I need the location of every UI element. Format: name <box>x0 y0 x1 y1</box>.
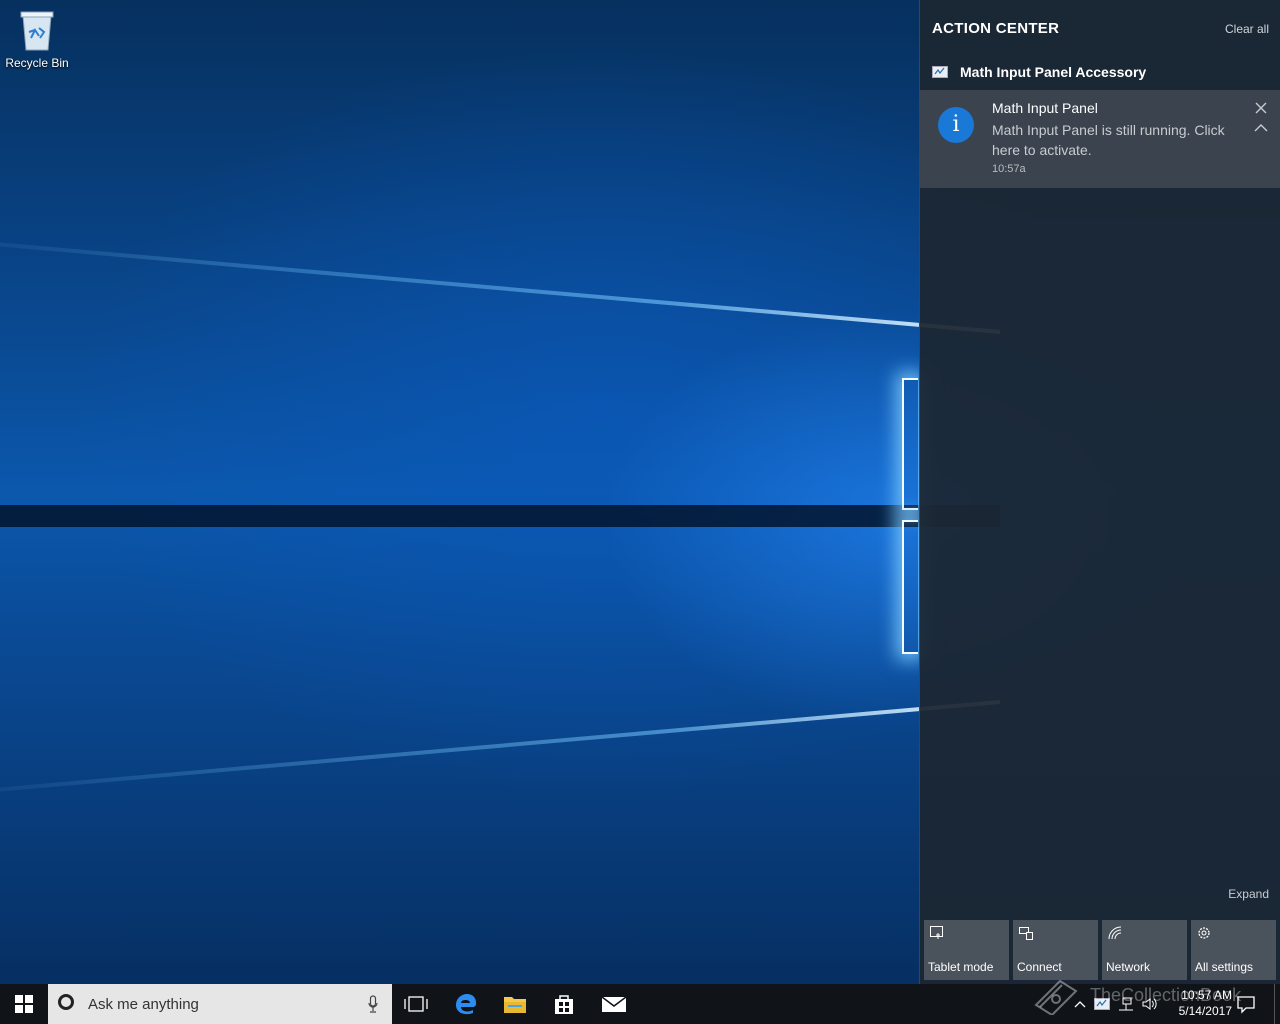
quick-action-label: Network <box>1106 960 1151 974</box>
network-icon <box>1108 926 1122 940</box>
file-explorer-button[interactable] <box>491 984 539 1024</box>
quick-actions-row: Tablet mode Connect Network All settings <box>924 920 1276 980</box>
expand-quick-actions-link[interactable]: Expand <box>1228 887 1269 901</box>
windows-logo-pane-bottom <box>902 520 918 654</box>
notification-body: Math Input Panel is still running. Click… <box>992 122 1225 158</box>
file-explorer-icon <box>504 997 526 1013</box>
cortana-icon <box>58 994 74 1010</box>
search-input[interactable]: Ask me anything <box>48 984 392 1024</box>
search-placeholder: Ask me anything <box>88 996 199 1013</box>
action-center-title: ACTION CENTER <box>932 20 1060 37</box>
action-center-panel: ACTION CENTER Clear all Math Input Panel… <box>919 0 1280 984</box>
connect-icon <box>1019 927 1033 940</box>
task-view-button[interactable] <box>392 984 440 1024</box>
notification-app-header[interactable]: Math Input Panel Accessory <box>932 64 1146 80</box>
windows-logo-pane-top <box>902 378 918 510</box>
store-button[interactable] <box>540 984 588 1024</box>
notification-title: Math Input Panel <box>992 100 1098 116</box>
notification-card[interactable]: i Math Input Panel Math Input Panel is s… <box>920 90 1280 188</box>
store-icon <box>555 995 573 1014</box>
mail-icon <box>601 996 627 1012</box>
show-desktop-button[interactable] <box>1274 984 1280 1024</box>
chevron-up-icon[interactable] <box>1253 122 1269 134</box>
tablet-mode-icon <box>930 926 943 939</box>
quick-action-network[interactable]: Network <box>1102 920 1187 980</box>
task-view-icon <box>404 996 428 1012</box>
quick-action-connect[interactable]: Connect <box>1013 920 1098 980</box>
close-icon[interactable] <box>1253 100 1269 116</box>
mail-button[interactable] <box>590 984 638 1024</box>
edge-button[interactable] <box>442 984 490 1024</box>
wallpaper-light-ray-top <box>0 234 1001 334</box>
notification-time: 10:57a <box>992 163 1026 175</box>
info-icon: i <box>938 107 974 143</box>
clear-all-button[interactable]: Clear all <box>1225 22 1269 36</box>
quick-action-tablet-mode[interactable]: Tablet mode <box>924 920 1009 980</box>
math-input-panel-icon <box>932 66 948 78</box>
quick-action-label: Tablet mode <box>928 960 994 974</box>
microphone-icon[interactable] <box>368 995 378 1013</box>
recycle-bin-shortcut[interactable]: Recycle Bin <box>2 8 72 70</box>
quick-action-label: Connect <box>1017 960 1062 974</box>
watermark: TheCollectionBook <box>1032 975 1241 1015</box>
book-logo-icon <box>1034 979 1078 1015</box>
quick-action-label: All settings <box>1195 960 1254 974</box>
recycle-bin-icon <box>20 11 54 51</box>
watermark-text: TheCollectionBook <box>1090 984 1242 1005</box>
windows-logo-icon <box>15 995 33 1013</box>
start-button[interactable] <box>0 984 48 1024</box>
edge-icon <box>456 994 476 1015</box>
recycle-bin-label: Recycle Bin <box>5 56 69 70</box>
wallpaper-dark-band <box>0 505 1000 527</box>
quick-action-all-settings[interactable]: All settings <box>1191 920 1276 980</box>
notification-app-name: Math Input Panel Accessory <box>960 64 1147 80</box>
gear-icon <box>1198 927 1210 939</box>
wallpaper-light-ray-bottom <box>0 700 1001 800</box>
